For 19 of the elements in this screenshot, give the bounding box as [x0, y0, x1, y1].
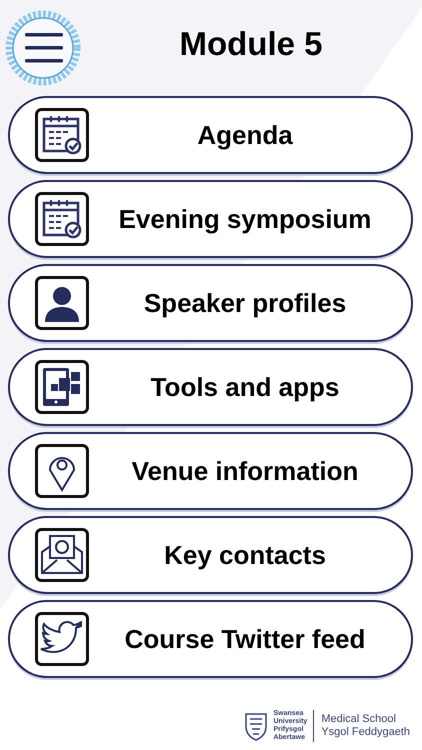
envelope-icon [35, 528, 89, 582]
menu-button[interactable] [3, 8, 83, 88]
school-name: Medical School [321, 713, 397, 726]
tablet-icon [35, 360, 89, 414]
school-name: Ysgol Feddygaeth [321, 726, 410, 739]
calendar-icon [35, 192, 89, 246]
bird-icon [35, 612, 89, 666]
calendar-icon [35, 108, 89, 162]
person-icon [35, 276, 89, 330]
location-pin-icon [35, 444, 89, 498]
page-title: Module 5 [178, 25, 324, 63]
menu-item[interactable]: Evening symposium [8, 180, 413, 258]
menu-item[interactable]: Key contacts [8, 516, 413, 594]
menu-item[interactable]: Course Twitter feed [8, 600, 413, 678]
menu-item[interactable]: Venue information [8, 432, 413, 510]
menu-icon [4, 9, 82, 87]
menu-item[interactable]: Tools and apps [8, 348, 413, 426]
menu-item[interactable]: Speaker profiles [8, 264, 413, 342]
menu-item[interactable]: Agenda [8, 96, 413, 174]
